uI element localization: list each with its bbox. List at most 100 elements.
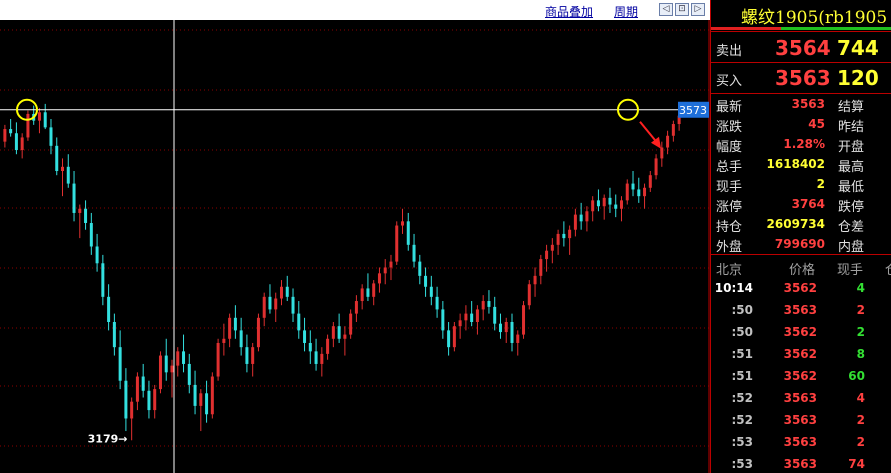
candle-body [360, 288, 364, 302]
candle-body [516, 334, 520, 343]
overlay-link[interactable]: 商品叠加 [545, 3, 593, 20]
tick-volume: 60 [848, 369, 865, 383]
tick-volume: 2 [856, 325, 865, 339]
tick-price: 3562 [783, 325, 817, 339]
candle-body [343, 334, 347, 339]
price-tag: 3573 [679, 104, 707, 117]
candle-body [608, 197, 612, 205]
candle-body [164, 355, 168, 373]
stat-label: 涨停 [716, 200, 743, 215]
candle-body [320, 353, 324, 364]
candle-body [504, 322, 508, 333]
candle-body [562, 233, 566, 239]
candlestick-chart[interactable]: 3573 3179→ [0, 20, 710, 473]
candle-body [429, 286, 433, 297]
sell-price[interactable]: 3564 [775, 36, 831, 60]
stat-value: 799690 [774, 237, 825, 251]
zoom-fit-icon[interactable]: ⊡ [675, 3, 689, 16]
buy-price[interactable]: 3563 [775, 66, 831, 90]
candle-body [285, 286, 289, 297]
candle-body [55, 145, 59, 171]
candle-body [539, 259, 543, 276]
candle-body [95, 246, 99, 264]
tick-time: :52 [731, 413, 754, 427]
tick-price: 3563 [783, 391, 817, 405]
candle-body [20, 137, 24, 151]
candle-body [470, 313, 474, 322]
low-label: 3179→ [88, 432, 128, 445]
candle-body [637, 189, 641, 197]
candle-body [406, 221, 410, 245]
ticks-header-time: 北京 [716, 263, 743, 278]
candle-body [193, 384, 197, 406]
candle-body [464, 313, 468, 321]
candle-body [395, 225, 399, 262]
candle-body [412, 244, 416, 262]
candle-body [274, 298, 278, 310]
candle-body [654, 158, 658, 176]
candle-body [228, 317, 232, 339]
candle-body [66, 166, 70, 184]
stat-label-right: 内盘 [838, 240, 865, 255]
candle-body [84, 208, 88, 224]
ticks-header-extra: 仓 [885, 259, 891, 278]
candle-body [124, 380, 128, 419]
candle-body [216, 342, 220, 377]
candle-body [130, 401, 134, 419]
candle-body [401, 221, 405, 226]
candle-body [493, 306, 497, 324]
scroll-left-icon[interactable]: ◁ [659, 3, 673, 16]
tick-price: 3563 [783, 435, 817, 449]
candle-body [262, 296, 266, 318]
candle-body [176, 351, 180, 366]
candle-body [568, 229, 572, 239]
candle-body [614, 204, 618, 209]
candle-body [596, 200, 600, 207]
candle-body [585, 211, 589, 222]
chart-overlay: 3573 3179→ [0, 20, 709, 473]
scroll-right-icon[interactable]: ▷ [691, 3, 705, 16]
candle-body [389, 261, 393, 268]
candle-body [182, 351, 186, 364]
candle-body [222, 338, 226, 343]
candle-body [424, 275, 428, 287]
tick-volume: 2 [856, 303, 865, 317]
stat-label-right: 仓差 [838, 220, 865, 235]
candle-body [545, 250, 549, 260]
candle-body [648, 175, 652, 188]
candle-body [337, 326, 341, 339]
stat-label-right: 开盘 [838, 140, 865, 155]
tick-price: 3562 [783, 281, 817, 295]
candle-body [452, 326, 456, 348]
candle-body [314, 351, 318, 364]
candle-body [210, 376, 214, 415]
stat-value: 1.28% [783, 137, 825, 151]
candle-body [579, 214, 583, 222]
candle-body [625, 183, 629, 201]
candle-body [527, 284, 531, 306]
candle-body [366, 288, 370, 297]
candle-body [354, 301, 358, 314]
candle-body [199, 393, 203, 406]
candle-body [268, 296, 272, 310]
stat-label-right: 结算 [838, 100, 865, 115]
tick-volume: 4 [856, 391, 865, 405]
candle-body [481, 301, 485, 310]
tick-price: 3563 [783, 457, 817, 471]
stat-value: 3764 [791, 197, 825, 211]
candle-body [89, 223, 93, 247]
candle-body [256, 317, 260, 348]
candle-body [78, 208, 82, 213]
candle-body [326, 338, 330, 354]
chart-grid [0, 20, 710, 473]
tick-volume: 4 [856, 281, 865, 295]
ticks-header-price: 价格 [789, 263, 816, 278]
candle-body [602, 197, 606, 207]
candle-body [441, 309, 445, 331]
candle-body [147, 390, 151, 411]
candle-body [487, 301, 491, 307]
period-link[interactable]: 周期 [614, 3, 638, 20]
candle-body [233, 317, 237, 331]
candle-body [112, 322, 116, 348]
candle-body [101, 263, 105, 297]
